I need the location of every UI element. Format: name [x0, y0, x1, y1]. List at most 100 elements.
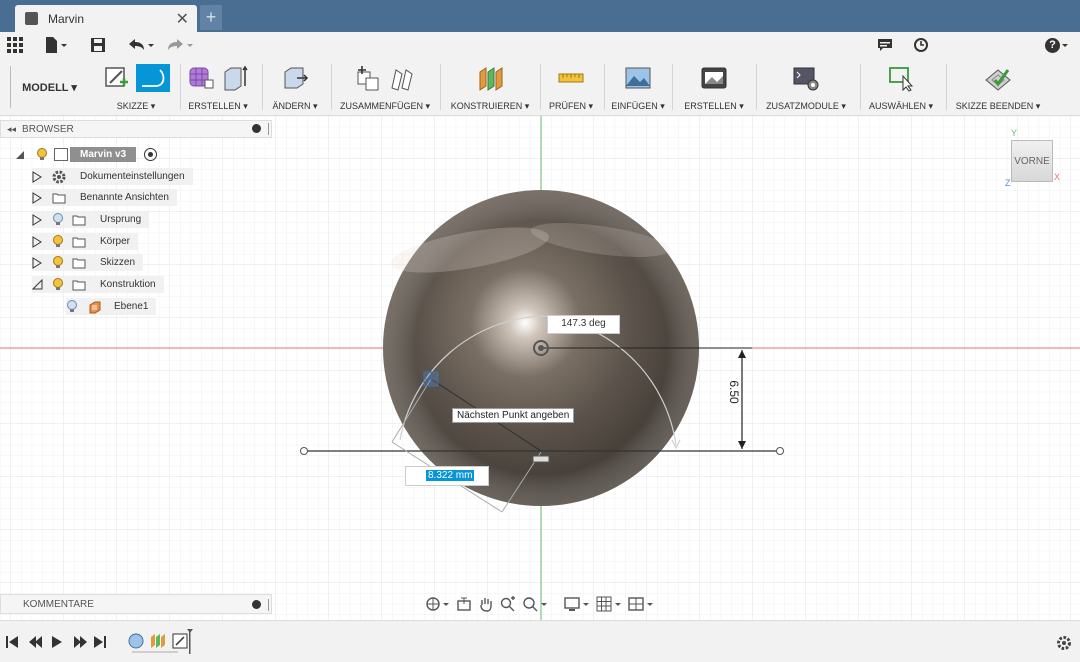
app-grid-icon[interactable]	[7, 36, 23, 54]
line-endpoint-right[interactable]	[776, 447, 784, 455]
display-settings-icon[interactable]	[564, 596, 590, 612]
new-component-icon[interactable]	[354, 64, 382, 92]
group-sketch-label: SKIZZE ▾	[116, 101, 156, 111]
tree-item-ebene1[interactable]: Ebene1	[66, 298, 157, 315]
redo-icon[interactable]	[166, 36, 196, 54]
collapsed-triangle-icon[interactable]	[32, 191, 42, 204]
new-tab-button[interactable]: +	[200, 5, 222, 30]
collapsed-triangle-icon[interactable]	[32, 256, 42, 269]
bulb-on-icon[interactable]	[36, 147, 48, 162]
viewcube-axis-y: Y	[1011, 128, 1018, 138]
bulb-off-icon[interactable]	[66, 299, 78, 314]
tree-root[interactable]: Marvin v3	[14, 146, 165, 163]
form-icon[interactable]	[187, 64, 215, 92]
tree-item-dokumenteinstellungen[interactable]: Dokumenteinstellungen	[32, 168, 193, 185]
create-sketch-icon[interactable]	[102, 64, 130, 92]
arc-icon[interactable]	[136, 64, 170, 92]
browser-minimize-icon[interactable]	[252, 124, 261, 133]
quick-access-toolbar: ?	[0, 32, 1080, 58]
offset-plane-icon[interactable]	[476, 64, 504, 92]
fit-icon[interactable]	[522, 596, 548, 612]
document-icon	[54, 148, 68, 161]
add-comment-icon[interactable]	[252, 600, 261, 609]
grid-settings-icon[interactable]	[596, 596, 622, 612]
viewcube[interactable]: VORNE Y X Z	[1003, 128, 1063, 190]
browser-pin-icon[interactable]	[268, 123, 269, 135]
expanded-triangle-icon[interactable]	[14, 149, 26, 161]
press-pull-icon[interactable]	[281, 64, 309, 92]
angle-dimension-label[interactable]: 147.3 deg	[547, 315, 620, 334]
workspace-selector[interactable]: MODELL ▾	[10, 66, 88, 108]
viewcube-face-front[interactable]: VORNE	[1011, 140, 1053, 182]
folder-icon	[72, 237, 86, 247]
bulb-on-icon[interactable]	[52, 277, 64, 292]
browser-header[interactable]: ◂◂ BROWSER	[0, 120, 272, 138]
tree-item-ursprung[interactable]: Ursprung	[32, 211, 150, 228]
group-create[interactable]: ERSTELLEN ▾	[182, 62, 254, 114]
group-finish-sketch[interactable]: SKIZZE BEENDEN ▾	[950, 62, 1046, 114]
bulb-on-icon[interactable]	[52, 234, 64, 249]
document-tab-title: Marvin	[48, 11, 85, 26]
close-tab-button[interactable]: ✕	[176, 9, 189, 29]
ribbon-toolbar: MODELL ▾ SKIZZE ▾ ERSTELLEN ▾ ÄNDERN ▾ Z…	[0, 58, 1080, 116]
tree-item-label: Konstruktion	[100, 279, 156, 290]
group-select[interactable]: AUSWÄHLEN ▾	[864, 62, 938, 114]
tree-item-benannte-ansichten[interactable]: Benannte Ansichten	[32, 189, 177, 206]
tree-item-skizzen[interactable]: Skizzen	[32, 254, 144, 271]
finish-sketch-icon[interactable]	[984, 64, 1012, 92]
group-insert[interactable]: EINFÜGEN ▾	[606, 62, 670, 114]
group-inspect[interactable]: PRÜFEN ▾	[542, 62, 600, 114]
tree-root-label[interactable]: Marvin v3	[70, 147, 137, 162]
group-modify[interactable]: ÄNDERN ▾	[264, 62, 326, 114]
activate-radio-icon[interactable]	[144, 148, 158, 161]
document-tab[interactable]: Marvin ✕	[15, 5, 197, 32]
select-icon[interactable]	[887, 64, 915, 92]
line-endpoint-left[interactable]	[300, 447, 308, 455]
collapsed-triangle-icon[interactable]	[32, 170, 42, 183]
viewcube-axis-x: X	[1054, 172, 1061, 182]
extrude-icon[interactable]	[221, 64, 249, 92]
collapsed-triangle-icon[interactable]	[32, 213, 42, 226]
undo-icon[interactable]	[127, 36, 157, 54]
vertical-dimension-value[interactable]: 6.50	[722, 380, 746, 404]
orbit-icon[interactable]	[424, 596, 450, 612]
canvas-image-icon[interactable]	[624, 64, 652, 92]
joint-icon[interactable]	[388, 64, 416, 92]
look-at-icon[interactable]	[456, 596, 472, 612]
length-input-container: 8.322 mm	[405, 466, 489, 486]
comments-title: KOMMENTARE	[23, 598, 94, 610]
scripts-icon[interactable]	[792, 64, 820, 92]
tree-item-koerper[interactable]: Körper	[32, 233, 139, 250]
group-construct[interactable]: KONSTRUIEREN ▾	[442, 62, 538, 114]
bulb-on-icon[interactable]	[52, 255, 64, 270]
comments-panel[interactable]: KOMMENTARE	[0, 594, 272, 614]
length-input[interactable]: 8.322 mm	[426, 470, 475, 481]
zoom-icon[interactable]	[500, 596, 516, 612]
file-menu-icon[interactable]	[44, 36, 68, 54]
expanded-triangle-icon[interactable]	[32, 278, 44, 291]
bulb-off-icon[interactable]	[52, 212, 64, 227]
gear-icon	[52, 170, 66, 183]
tree-item-konstruktion[interactable]: Konstruktion	[32, 276, 164, 293]
viewports-icon[interactable]	[628, 596, 654, 612]
collapse-browser-icon[interactable]: ◂◂	[7, 124, 16, 135]
group-sketch[interactable]: SKIZZE ▾	[94, 62, 178, 114]
comments-pin-icon[interactable]	[268, 599, 269, 611]
render-icon[interactable]	[700, 64, 728, 92]
measure-icon[interactable]	[557, 64, 585, 92]
history-icon[interactable]	[913, 36, 929, 54]
folder-icon	[72, 215, 86, 225]
timeline-playback-controls[interactable]	[6, 633, 126, 653]
collapsed-triangle-icon[interactable]	[32, 235, 42, 248]
timeline-features[interactable]	[126, 627, 196, 657]
group-make[interactable]: ERSTELLEN ▾	[676, 62, 752, 114]
cube-icon	[25, 12, 38, 25]
timeline-settings-gear-icon[interactable]	[1056, 635, 1072, 651]
help-icon[interactable]: ?	[1045, 36, 1070, 54]
tree-item-label: Ebene1	[114, 301, 149, 312]
group-addins[interactable]: ZUSATZMODULE ▾	[760, 62, 852, 114]
comment-icon[interactable]	[877, 36, 893, 54]
pan-hand-icon[interactable]	[478, 596, 494, 612]
group-assemble[interactable]: ZUSAMMENFÜGEN ▾	[333, 62, 437, 114]
save-icon[interactable]	[90, 36, 106, 54]
